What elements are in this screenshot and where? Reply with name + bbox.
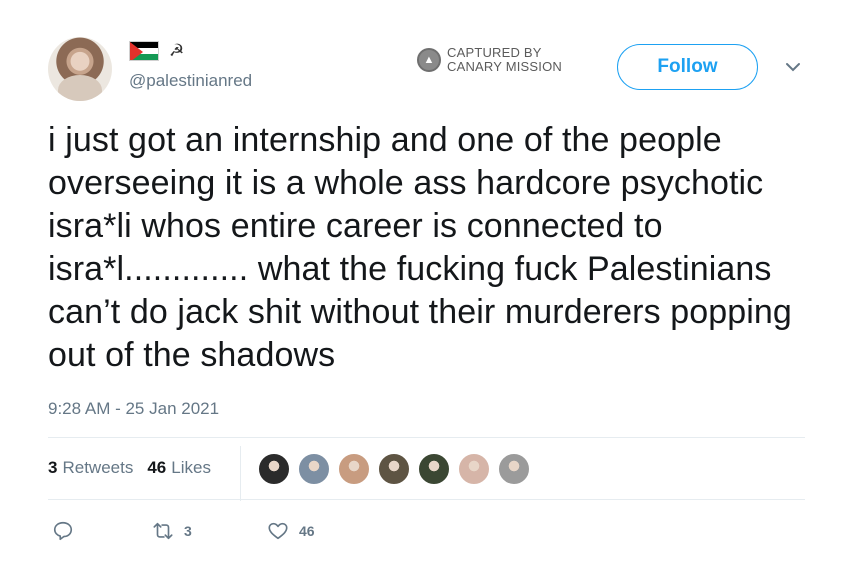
- likes-stat[interactable]: 46 Likes: [147, 458, 211, 478]
- liker-avatar[interactable]: [258, 453, 290, 485]
- watermark-line2: CANARY MISSION: [447, 59, 563, 74]
- watermark-line1: CAPTURED BY: [447, 45, 542, 60]
- canary-mission-watermark: ▲ CAPTURED BY CANARY MISSION: [417, 46, 562, 74]
- retweets-stat[interactable]: 3 Retweets: [48, 458, 133, 478]
- divider: [48, 437, 805, 438]
- hammer-sickle-icon: ☭: [169, 41, 185, 60]
- like-count: 46: [299, 523, 315, 539]
- retweets-count: 3: [48, 458, 58, 477]
- retweet-icon: [153, 522, 173, 540]
- palestine-flag-icon: [129, 41, 159, 61]
- tweet-stats: 3 Retweets 46 Likes: [48, 458, 211, 478]
- tweet-text: i just got an internship and one of the …: [48, 121, 792, 374]
- tweet-actions: 3 46: [52, 520, 315, 542]
- stats-separator: [240, 446, 241, 501]
- canary-logo-icon: ▲: [417, 48, 441, 72]
- reply-button[interactable]: [52, 520, 152, 542]
- tweet-timestamp[interactable]: 9:28 AM - 25 Jan 2021: [48, 399, 219, 419]
- liker-avatar[interactable]: [338, 453, 370, 485]
- liker-avatar[interactable]: [378, 453, 410, 485]
- liker-avatars: [258, 453, 530, 485]
- like-button[interactable]: 46: [267, 520, 315, 542]
- likes-label: Likes: [171, 458, 211, 477]
- divider: [48, 499, 805, 500]
- likes-count: 46: [147, 458, 167, 477]
- retweet-count: 3: [184, 523, 192, 539]
- chevron-down-icon[interactable]: [784, 58, 802, 76]
- profile-avatar[interactable]: [48, 37, 112, 101]
- liker-avatar[interactable]: [498, 453, 530, 485]
- liker-avatar[interactable]: [298, 453, 330, 485]
- reply-icon: [53, 521, 73, 541]
- user-handle[interactable]: @palestinianred: [129, 71, 252, 91]
- heart-icon: [268, 522, 288, 540]
- retweet-button[interactable]: 3: [152, 520, 267, 542]
- display-name[interactable]: ☭: [129, 41, 184, 61]
- retweets-label: Retweets: [62, 458, 134, 477]
- liker-avatar[interactable]: [418, 453, 450, 485]
- liker-avatar[interactable]: [458, 453, 490, 485]
- follow-button[interactable]: Follow: [617, 44, 758, 90]
